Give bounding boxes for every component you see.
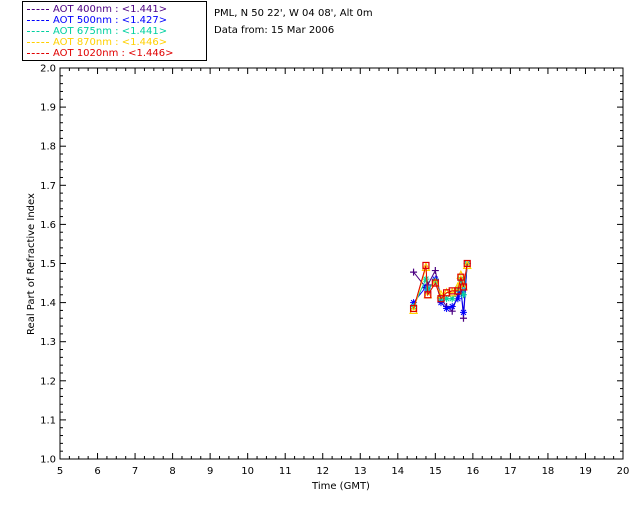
legend-swatch-870 [27, 41, 49, 43]
y-tick-label: 1.8 [40, 142, 56, 153]
legend-label-675: AOT 675nm : <1.441> [53, 26, 168, 37]
data-point-aot-500nm [448, 303, 456, 311]
x-tick-label: 19 [579, 466, 592, 477]
x-tick-label: 20 [617, 466, 630, 477]
legend-label-400: AOT 400nm : <1.441> [53, 4, 168, 15]
x-tick-label: 9 [207, 466, 213, 477]
chart: 5 6 7 8 9 10 11 12 13 14 15 16 17 18 19 20 1.0 1.1 1.2 1.3 1… [26, 64, 630, 493]
x-tick-label: 12 [316, 466, 329, 477]
legend: AOT 400nm : <1.441> AOT 500nm : <1.427> … [22, 1, 207, 61]
legend-label-1020: AOT 1020nm : <1.446> [53, 48, 174, 59]
x-tick-label: 5 [57, 466, 63, 477]
y-tick-label: 1.4 [40, 298, 56, 309]
y-tick-label: 1.7 [40, 181, 56, 192]
legend-swatch-400 [27, 8, 49, 10]
date-info: Data from: 15 Mar 2006 [214, 25, 335, 36]
legend-swatch-1020 [27, 52, 49, 54]
x-tick-label: 14 [391, 466, 404, 477]
y-tick-label: 2.0 [40, 64, 56, 75]
y-axis-label: Real Part of Refractive Index [26, 193, 37, 335]
data-point-aot-400nm [431, 267, 439, 275]
x-tick-label: 11 [279, 466, 292, 477]
y-tick-label: 1.3 [40, 337, 56, 348]
y-tick-label: 1.5 [40, 259, 56, 270]
x-tick-label: 7 [132, 466, 138, 477]
x-tick-label: 13 [354, 466, 367, 477]
legend-swatch-500 [27, 19, 49, 21]
x-tick-label: 16 [466, 466, 479, 477]
x-axis-label: Time (GMT) [311, 481, 370, 492]
x-tick-label: 18 [542, 466, 555, 477]
legend-label-870: AOT 870nm : <1.446> [53, 37, 168, 48]
legend-label-500: AOT 500nm : <1.427> [53, 15, 168, 26]
legend-entry-1020: AOT 1020nm : <1.446> [27, 48, 173, 60]
plot-frame [59, 67, 624, 460]
x-tick-label: 10 [241, 466, 254, 477]
x-tick-label: 8 [169, 466, 175, 477]
y-tick-label: 1.6 [40, 220, 56, 231]
legend-swatch-675 [27, 30, 49, 32]
y-tick-label: 1.9 [40, 103, 56, 114]
site-info: PML, N 50 22', W 04 08', Alt 0m [214, 8, 373, 19]
x-tick-label: 6 [94, 466, 100, 477]
y-tick-label: 1.2 [40, 376, 56, 387]
x-tick-label: 17 [504, 466, 517, 477]
y-tick-label: 1.1 [40, 415, 56, 426]
x-tick-label: 15 [429, 466, 442, 477]
y-tick-label: 1.0 [40, 455, 56, 466]
data-point-aot-500nm [459, 308, 467, 316]
